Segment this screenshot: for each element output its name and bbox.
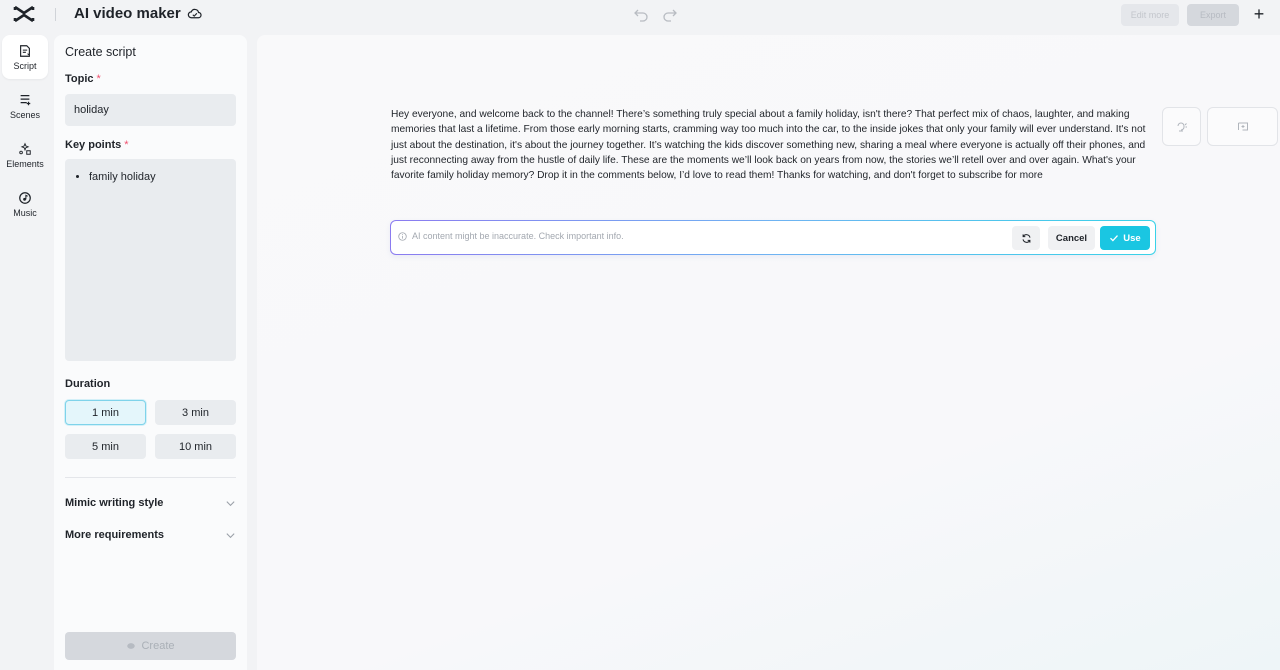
title-divider	[55, 8, 56, 21]
rail-item-label: Elements	[6, 158, 44, 169]
topic-label-text: Topic	[65, 73, 94, 85]
create-button[interactable]: Create	[65, 632, 236, 660]
more-requirements-expander[interactable]: More requirements	[65, 525, 236, 545]
rail-item-elements[interactable]: Elements	[2, 133, 48, 177]
music-icon	[19, 191, 31, 204]
cancel-button[interactable]: Cancel	[1048, 226, 1095, 250]
ai-action-bar: AI content might be inaccurate. Check im…	[390, 220, 1156, 255]
key-points-label-text: Key points	[65, 139, 122, 151]
generated-script-text[interactable]: Hey everyone, and welcome back to the ch…	[391, 107, 1151, 183]
add-button[interactable]: +	[1250, 5, 1268, 23]
create-script-panel: Create script Topic * holiday Key points *…	[54, 35, 247, 670]
topic-label: Topic *	[65, 73, 101, 85]
undo-icon[interactable]	[633, 6, 649, 22]
required-marker: *	[96, 73, 101, 85]
edit-more-button[interactable]: Edit more	[1121, 4, 1179, 26]
more-requirements-label: More requirements	[65, 529, 165, 541]
rail-item-music[interactable]: Music	[2, 182, 48, 226]
topic-input[interactable]: holiday	[65, 94, 236, 126]
refresh-icon	[1022, 233, 1030, 243]
voice-icon	[1177, 122, 1187, 131]
ai-disclaimer-text: AI content might be inaccurate. Check im…	[412, 231, 624, 241]
add-media-button[interactable]	[1207, 107, 1278, 146]
check-icon	[1110, 235, 1119, 242]
use-button-label: Use	[1123, 232, 1141, 244]
chevron-down-icon	[226, 532, 235, 538]
key-points-label: Key points *	[65, 139, 129, 151]
redo-icon[interactable]	[662, 6, 678, 22]
top-bar: AI video maker Edit more Export +	[0, 0, 1280, 30]
elements-icon	[19, 141, 31, 155]
info-icon	[398, 231, 407, 241]
rail-item-script[interactable]: Script	[2, 35, 48, 79]
script-icon	[20, 44, 30, 57]
duration-option-1min[interactable]: 1 min	[65, 400, 146, 425]
create-button-label: Create	[141, 640, 175, 652]
sparkle-icon	[127, 643, 136, 649]
app-title: AI video maker	[74, 5, 202, 22]
section-divider	[65, 477, 236, 478]
key-point-item: family holiday	[89, 171, 226, 183]
key-points-input[interactable]: family holiday	[65, 159, 236, 361]
script-editor-area: Hey everyone, and welcome back to the ch…	[257, 35, 1280, 670]
capcut-logo-icon[interactable]	[13, 4, 35, 24]
rail-item-label: Scenes	[9, 109, 41, 120]
required-marker: *	[124, 139, 129, 151]
add-media-icon	[1237, 122, 1248, 130]
rail-item-label: Music	[13, 207, 37, 218]
duration-label: Duration	[65, 378, 111, 390]
regenerate-button[interactable]	[1012, 226, 1040, 250]
duration-option-10min[interactable]: 10 min	[155, 434, 236, 459]
scenes-icon	[20, 94, 31, 105]
mimic-writing-style-label: Mimic writing style	[65, 497, 164, 509]
rail-item-label: Script	[13, 60, 37, 71]
export-button[interactable]: Export	[1187, 4, 1239, 26]
panel-title: Create script	[65, 45, 136, 59]
app-title-text: AI video maker	[74, 5, 181, 22]
chevron-down-icon	[226, 500, 235, 506]
ai-disclaimer: AI content might be inaccurate. Check im…	[398, 231, 624, 241]
duration-option-3min[interactable]: 3 min	[155, 400, 236, 425]
cloud-icon[interactable]	[187, 6, 202, 21]
voice-button[interactable]	[1162, 107, 1201, 146]
duration-option-5min[interactable]: 5 min	[65, 434, 146, 459]
mimic-writing-style-expander[interactable]: Mimic writing style	[65, 493, 236, 513]
use-button[interactable]: Use	[1100, 226, 1150, 250]
rail-item-scenes[interactable]: Scenes	[2, 84, 48, 128]
